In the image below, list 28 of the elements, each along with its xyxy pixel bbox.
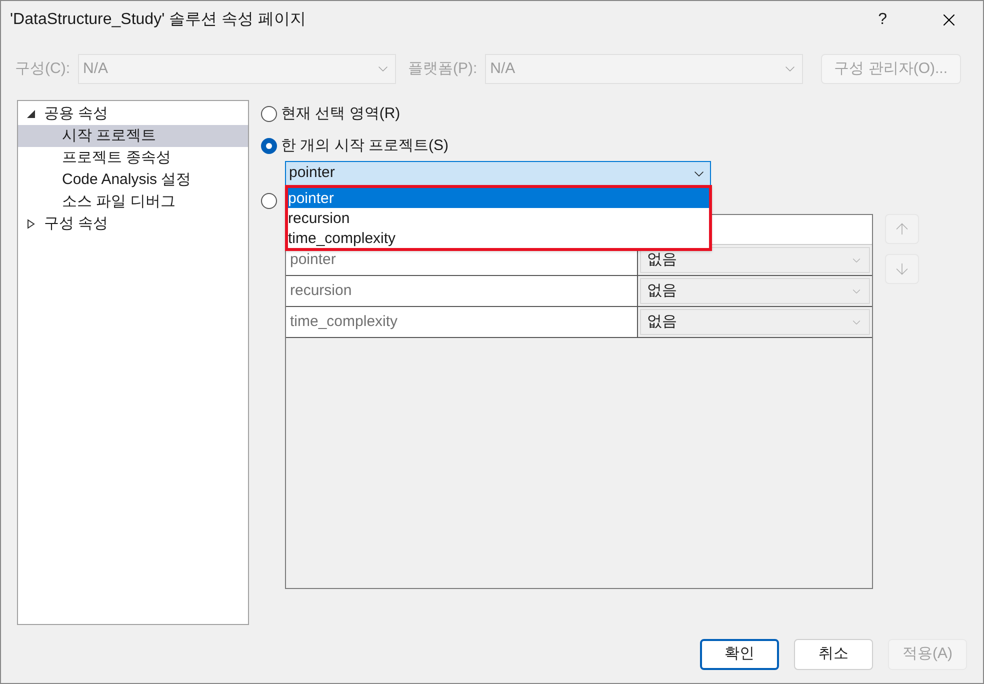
table-cell: time_complexity — [286, 307, 638, 337]
tree-item[interactable]: 소스 파일 디버그 — [18, 191, 248, 213]
dialog-button[interactable]: 확인 — [700, 639, 779, 670]
table-cell: recursion — [286, 276, 638, 306]
radio-button[interactable] — [261, 193, 277, 209]
action-dropdown[interactable]: 없음 — [640, 309, 870, 335]
tree-item[interactable]: 프로젝트 종속성 — [18, 147, 248, 169]
radio-button[interactable] — [261, 106, 277, 122]
action-dropdown[interactable]: 없음 — [640, 278, 870, 304]
radio-label: 한 개의 시작 프로젝트(S) — [281, 136, 448, 156]
platform-label: 플랫폼(P): — [408, 58, 478, 79]
radio-button[interactable] — [261, 138, 277, 154]
dropdown-option[interactable]: recursion — [288, 208, 709, 228]
expanded-triangle-icon — [26, 109, 36, 119]
tree-item[interactable]: Code Analysis 설정 — [18, 169, 248, 191]
collapsed-triangle-icon — [26, 219, 36, 229]
tree-item[interactable]: 공용 속성 — [18, 103, 248, 125]
tree-item[interactable]: 시작 프로젝트 — [18, 125, 248, 147]
configuration-label: 구성(C): — [15, 58, 70, 79]
tree-item[interactable]: 구성 속성 — [18, 213, 248, 235]
window-title: 'DataStructure_Study' 솔루션 속성 페이지 — [10, 10, 306, 30]
help-button[interactable]: ? — [878, 8, 887, 32]
dropdown-option[interactable]: time_complexity — [288, 228, 709, 248]
radio-label: 현재 선택 영역(R) — [281, 104, 400, 124]
dialog-button[interactable]: 취소 — [794, 639, 873, 670]
dropdown-option[interactable]: pointer — [288, 188, 709, 208]
startup-project-dropdown[interactable]: pointer — [285, 161, 711, 186]
action-dropdown[interactable]: 없음 — [640, 247, 870, 273]
